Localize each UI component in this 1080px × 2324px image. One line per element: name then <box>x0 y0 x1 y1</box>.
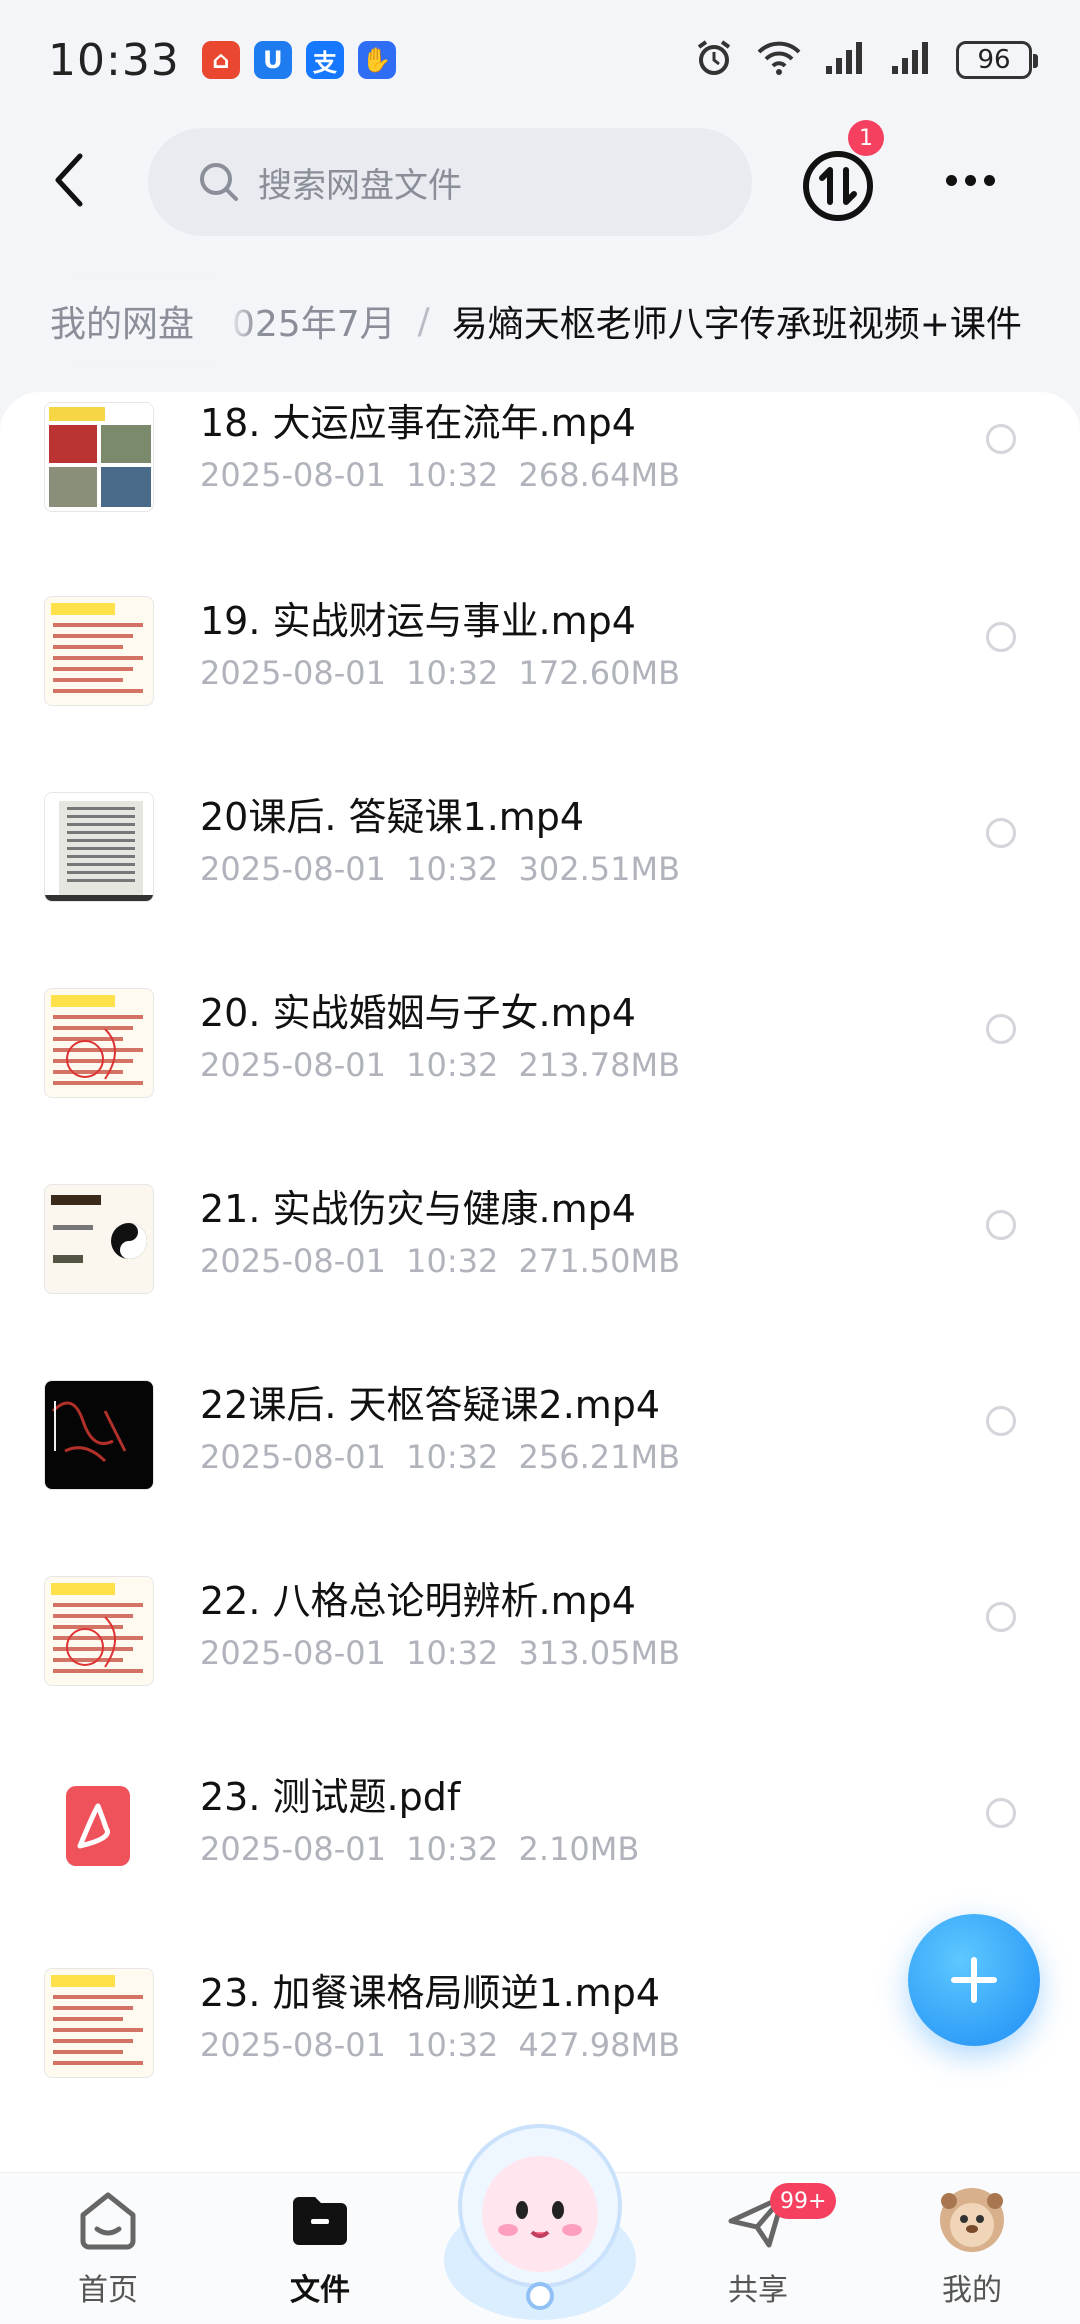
video-thumbnail <box>44 596 154 706</box>
transfer-button[interactable] <box>800 148 876 224</box>
folder-icon <box>293 2197 347 2245</box>
file-meta: 2025-08-01 10:32 172.60MB <box>200 654 681 692</box>
alarm-icon <box>694 38 734 82</box>
tab-me[interactable]: 我的 <box>892 2185 1052 2315</box>
file-name: 22. 八格总论明辨析.mp4 <box>200 1579 636 1623</box>
file-meta: 2025-08-01 10:32 427.98MB <box>200 2026 681 2064</box>
blue-app-icon: U <box>253 41 292 79</box>
tab-label: 文件 <box>290 2273 350 2308</box>
file-row[interactable]: 22. 八格总论明辨析.mp4 2025-08-01 10:32 313.05MB <box>0 1568 1080 1763</box>
assistant-mascot[interactable] <box>430 2110 650 2324</box>
breadcrumb-root[interactable]: 我的网盘 <box>22 280 223 362</box>
tab-label: 首页 <box>78 2273 138 2308</box>
more-dot <box>983 174 995 186</box>
select-checkbox[interactable] <box>986 622 1016 652</box>
select-checkbox[interactable] <box>986 424 1016 454</box>
file-row[interactable]: 23. 测试题.pdf 2025-08-01 10:32 2.10MB <box>0 1764 1080 1959</box>
file-meta: 2025-08-01 10:32 271.50MB <box>200 1242 681 1280</box>
plus-icon <box>951 1957 997 2003</box>
video-thumbnail <box>44 1968 154 2078</box>
wifi-icon <box>756 38 802 82</box>
select-checkbox[interactable] <box>986 1602 1016 1632</box>
more-dot <box>964 174 976 186</box>
video-thumbnail <box>44 1576 154 1686</box>
file-row[interactable]: 21. 实战伤灾与健康.mp4 2025-08-01 10:32 271.50MB <box>0 1176 1080 1371</box>
breadcrumb-separator: / <box>417 300 430 342</box>
search-icon <box>200 163 238 201</box>
video-thumbnail <box>44 792 154 902</box>
signal-icon-2 <box>890 38 934 82</box>
file-row[interactable]: 20. 实战婚姻与子女.mp4 2025-08-01 10:32 213.78MB <box>0 980 1080 1175</box>
file-meta: 2025-08-01 10:32 268.64MB <box>200 456 681 494</box>
select-checkbox[interactable] <box>986 1210 1016 1240</box>
more-dot <box>945 174 957 186</box>
file-row[interactable]: 19. 实战财运与事业.mp4 2025-08-01 10:32 172.60MB <box>0 588 1080 783</box>
status-bar: 10:33 ⌂ U 支 ✋ 96 <box>0 0 1080 120</box>
file-meta: 2025-08-01 10:32 313.05MB <box>200 1634 681 1672</box>
pdf-file-icon <box>44 1772 154 1882</box>
select-checkbox[interactable] <box>986 818 1016 848</box>
share-badge: 99+ <box>770 2183 837 2219</box>
video-thumbnail <box>44 1380 154 1490</box>
breadcrumb: 025年7月 / 易熵天枢老师八字传承班视频+课件 我的网盘 <box>0 272 1080 382</box>
file-name: 23. 测试题.pdf <box>200 1775 461 1819</box>
home-icon <box>80 2192 136 2250</box>
file-row[interactable]: 22课后. 天枢答疑课2.mp4 2025-08-01 10:32 256.21M… <box>0 1372 1080 1567</box>
file-row[interactable]: 20课后. 答疑课1.mp4 2025-08-01 10:32 302.51MB <box>0 784 1080 979</box>
mascot-icon <box>444 2124 636 2320</box>
add-button[interactable] <box>908 1914 1040 2046</box>
breadcrumb-parent[interactable]: 025年7月 <box>232 295 396 347</box>
tab-files[interactable]: 文件 <box>240 2185 400 2315</box>
video-thumbnail <box>44 402 154 512</box>
transfer-badge: 1 <box>848 120 884 156</box>
select-checkbox[interactable] <box>986 1406 1016 1436</box>
breadcrumb-trail: 025年7月 / 易熵天枢老师八字传承班视频+课件 <box>232 280 1022 362</box>
file-name: 18. 大运应事在流年.mp4 <box>200 401 636 445</box>
file-name: 19. 实战财运与事业.mp4 <box>200 599 636 643</box>
file-name: 20课后. 答疑课1.mp4 <box>200 795 585 839</box>
file-name: 23. 加餐课格局顺逆1.mp4 <box>200 1971 661 2015</box>
search-placeholder: 搜索网盘文件 <box>258 165 462 206</box>
file-meta: 2025-08-01 10:32 256.21MB <box>200 1438 681 1476</box>
file-name: 20. 实战婚姻与子女.mp4 <box>200 991 636 1035</box>
tab-home[interactable]: 首页 <box>28 2185 188 2315</box>
file-list: 18. 大运应事在流年.mp4 2025-08-01 10:32 268.64MB… <box>0 392 1080 2172</box>
notification-icons: ⌂ U 支 ✋ <box>201 41 396 79</box>
back-button[interactable] <box>40 150 100 210</box>
file-name: 22课后. 天枢答疑课2.mp4 <box>200 1383 661 1427</box>
select-checkbox[interactable] <box>986 1798 1016 1828</box>
file-meta: 2025-08-01 10:32 302.51MB <box>200 850 681 888</box>
signal-icon-1 <box>824 38 868 82</box>
tab-label: 共享 <box>728 2273 788 2308</box>
tab-share[interactable]: 共享 99+ <box>678 2183 838 2315</box>
select-checkbox[interactable] <box>986 1014 1016 1044</box>
video-thumbnail <box>44 988 154 1098</box>
search-input[interactable]: 搜索网盘文件 <box>148 128 752 236</box>
battery-indicator: 96 <box>956 41 1038 79</box>
alipay-icon: 支 <box>305 41 344 79</box>
avatar-icon <box>940 2188 1004 2252</box>
more-button[interactable] <box>940 160 1000 200</box>
tab-label: 我的 <box>942 2273 1002 2308</box>
top-nav: 搜索网盘文件 1 <box>0 120 1080 240</box>
hand-app-icon: ✋ <box>357 41 396 79</box>
video-thumbnail <box>44 1184 154 1294</box>
file-name: 21. 实战伤灾与健康.mp4 <box>200 1187 636 1231</box>
file-row[interactable]: 18. 大运应事在流年.mp4 2025-08-01 10:32 268.64MB <box>0 392 1080 587</box>
red-app-icon: ⌂ <box>201 41 240 79</box>
file-meta: 2025-08-01 10:32 213.78MB <box>200 1046 681 1084</box>
chevron-left-icon <box>55 153 83 207</box>
status-time: 10:33 <box>48 34 180 86</box>
file-meta: 2025-08-01 10:32 2.10MB <box>200 1830 640 1868</box>
transfer-icon <box>803 151 873 221</box>
breadcrumb-current: 易熵天枢老师八字传承班视频+课件 <box>451 304 1022 345</box>
